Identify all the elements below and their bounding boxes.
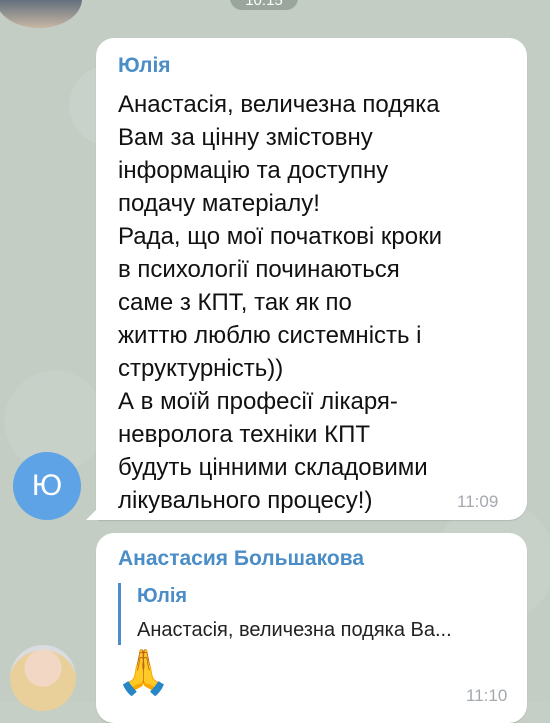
sender-name[interactable]: Анастасия Большакова (118, 547, 364, 571)
sender-name[interactable]: Юлія (118, 54, 171, 78)
reply-text: Анастасія, величезна подяка Ва... (137, 619, 452, 641)
reply-sender: Юлія (137, 585, 188, 607)
praying-hands-icon: 🙏 (116, 647, 171, 698)
message-time: 11:10 (466, 686, 508, 705)
avatar[interactable]: Ю (13, 452, 81, 520)
time-pill: 10:15 (230, 0, 298, 10)
reply-quote[interactable]: Юлія Анастасія, величезна подяка Ва... (118, 583, 516, 645)
message-time: 11:09 (457, 492, 499, 511)
message-text: Анастасія, величезна подяка Вам за цінну… (118, 91, 443, 514)
avatar[interactable] (10, 645, 76, 711)
